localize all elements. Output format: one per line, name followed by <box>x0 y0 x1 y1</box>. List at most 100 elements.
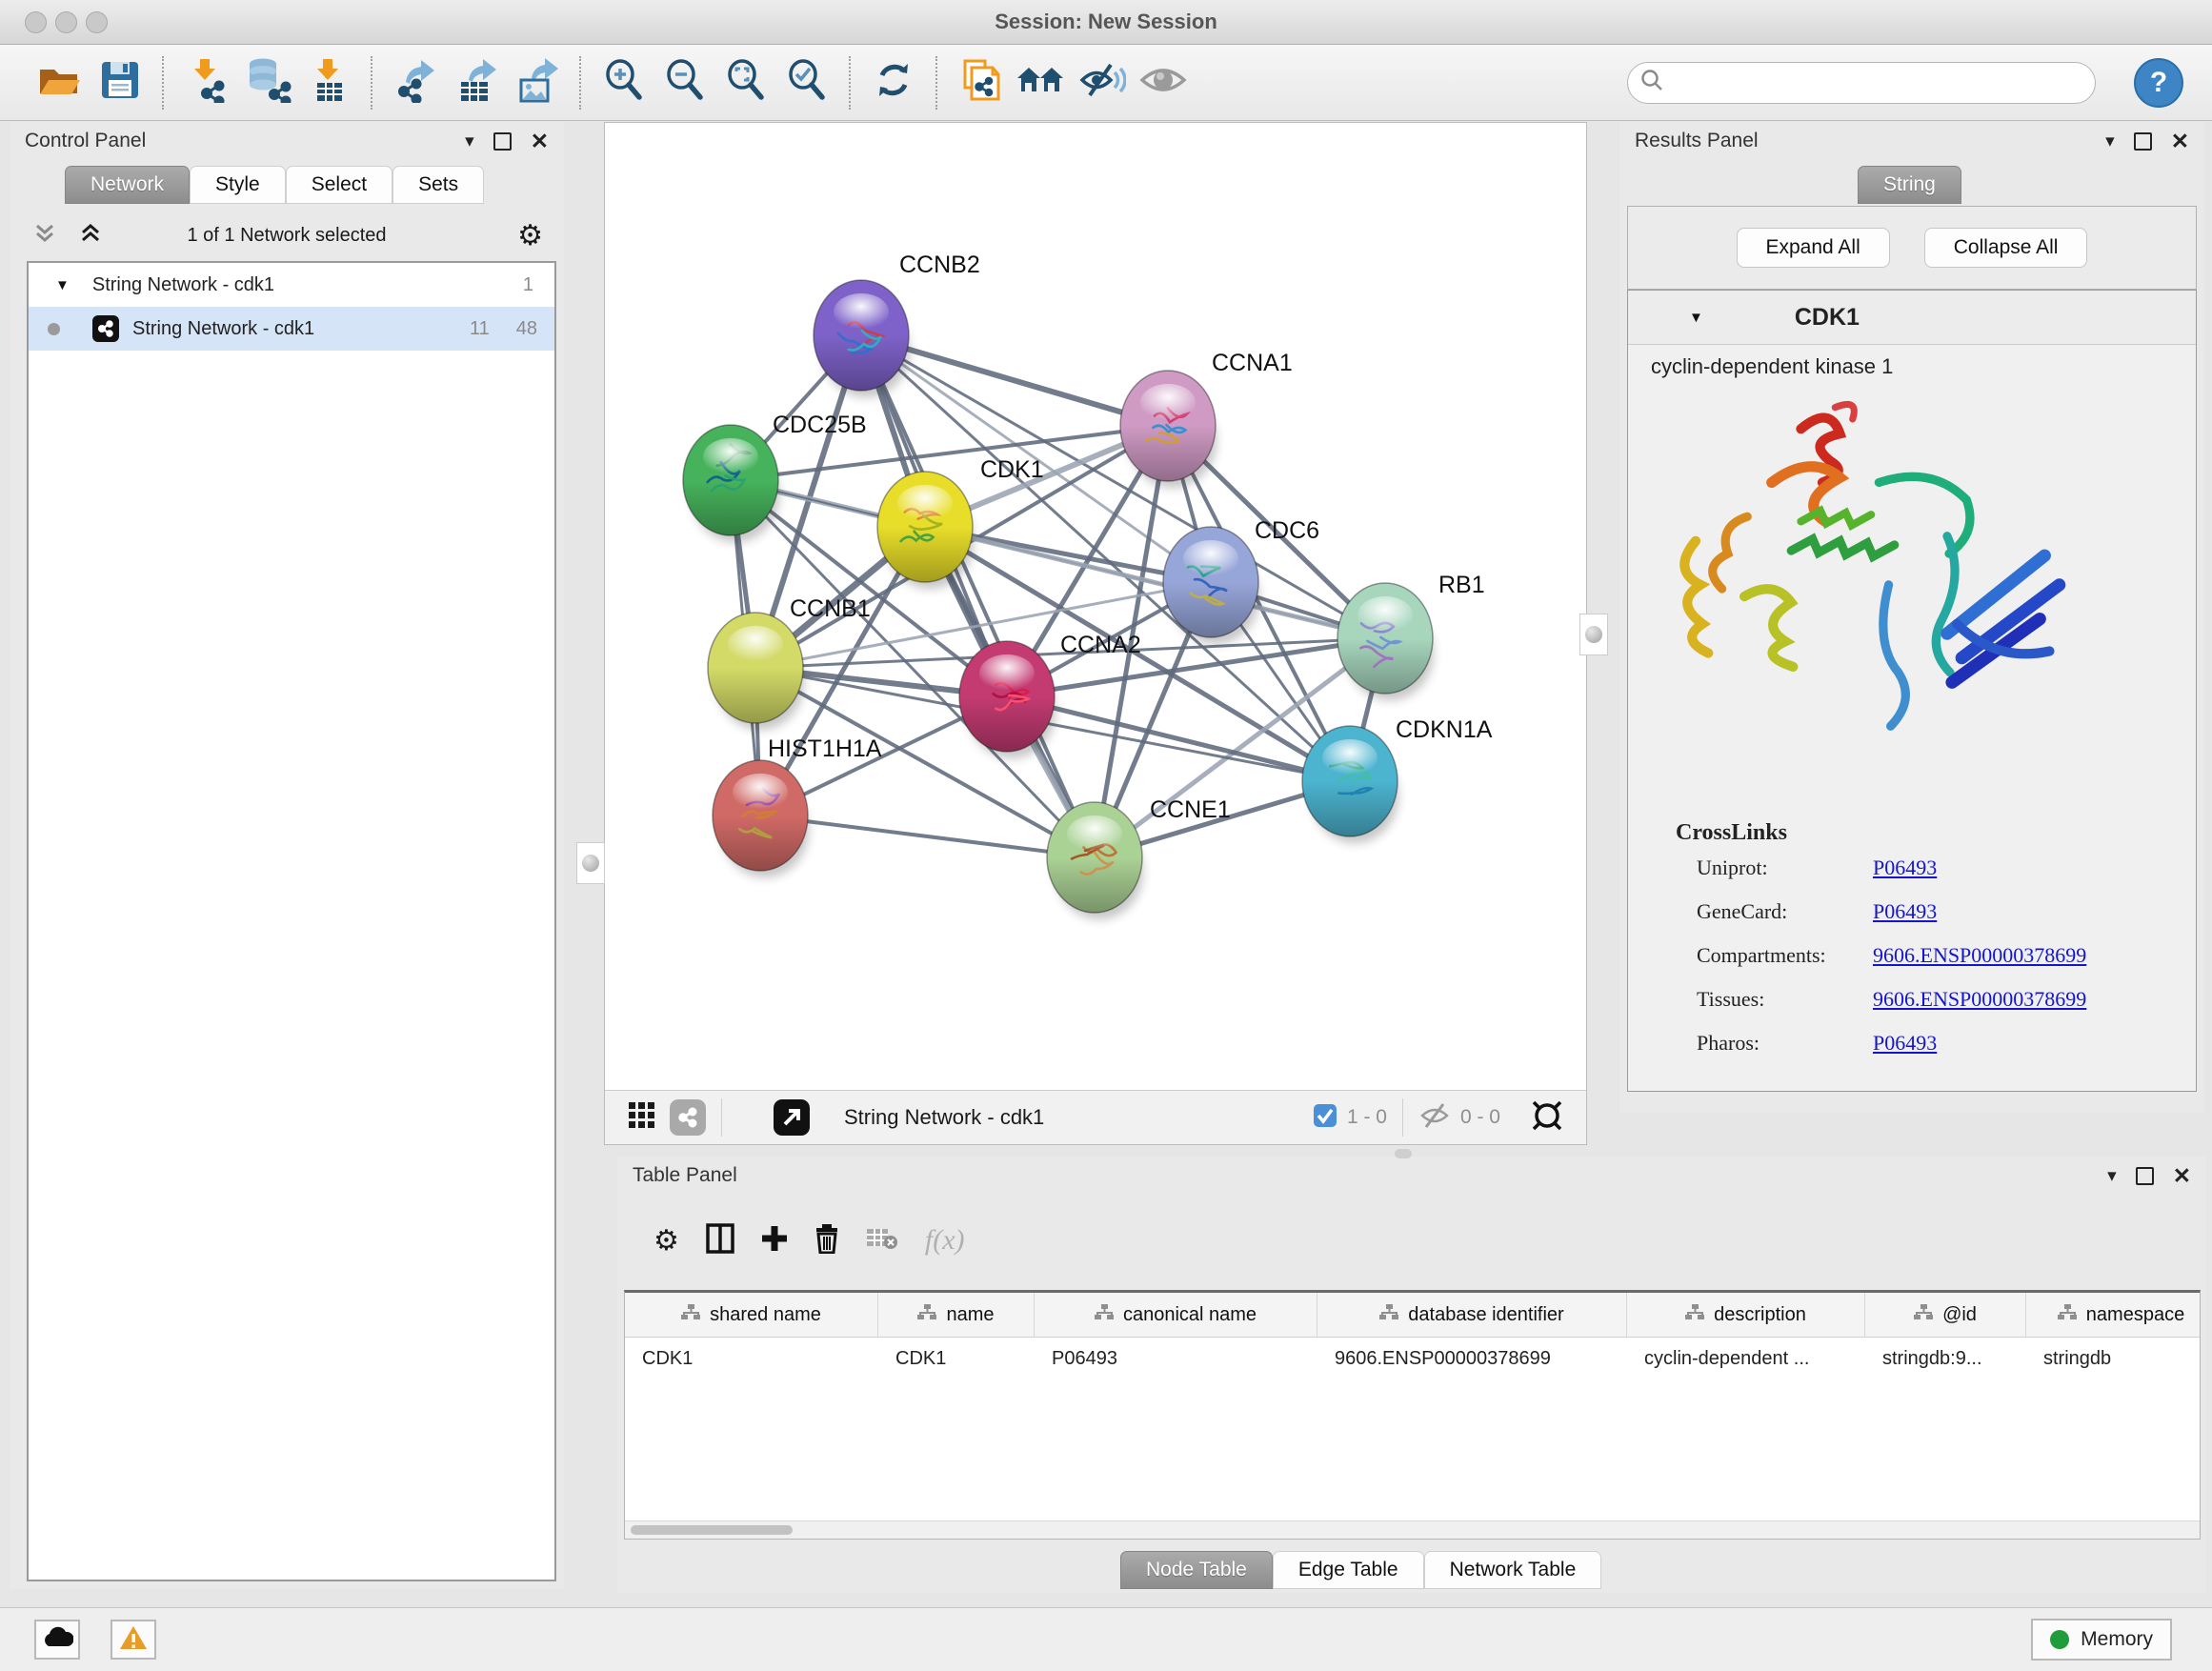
network-node-HIST1H1A[interactable]: HIST1H1A <box>713 735 882 877</box>
crosslink-link[interactable]: P06493 <box>1873 899 1937 924</box>
tab-select[interactable]: Select <box>286 166 392 204</box>
crosslink-link[interactable]: 9606.ENSP00000378699 <box>1873 987 2086 1012</box>
column-header-database-identifier[interactable]: database identifier <box>1317 1293 1627 1337</box>
show-columns-icon[interactable] <box>706 1223 734 1258</box>
show-panels-button[interactable] <box>1133 52 1194 113</box>
column-header-description[interactable]: description <box>1627 1293 1865 1337</box>
panel-close-icon[interactable]: ✕ <box>531 131 549 152</box>
grid-view-icon[interactable] <box>628 1101 656 1135</box>
network-node-RB1[interactable]: RB1 <box>1337 572 1485 700</box>
panel-close-icon[interactable]: ✕ <box>2173 1165 2191 1187</box>
selected-checkbox-icon[interactable] <box>1313 1103 1337 1133</box>
table-cell[interactable]: stringdb:9... <box>1865 1338 2026 1379</box>
panel-float-icon[interactable] <box>493 132 512 151</box>
export-network-button[interactable] <box>385 52 446 113</box>
import-network-database-button[interactable] <box>237 52 298 113</box>
network-node-CDKN1A[interactable]: CDKN1A <box>1302 716 1493 843</box>
tab-node-table[interactable]: Node Table <box>1120 1551 1273 1589</box>
crosslink-link[interactable]: P06493 <box>1873 1031 1937 1056</box>
network-tree-root-row[interactable]: ▼ String Network - cdk1 1 <box>29 263 554 307</box>
import-table-button[interactable] <box>298 52 359 113</box>
left-splitter-handle[interactable] <box>576 842 605 884</box>
search-field[interactable] <box>1627 62 2096 104</box>
bottom-splitter-handle[interactable] <box>1395 1149 1412 1158</box>
table-cell[interactable]: 9606.ENSP00000378699 <box>1317 1338 1627 1379</box>
zoom-in-button[interactable] <box>593 52 654 113</box>
column-header-shared-name[interactable]: shared name <box>625 1293 878 1337</box>
export-table-button[interactable] <box>446 52 507 113</box>
network-node-CCNB2[interactable]: CCNB2 <box>814 252 980 397</box>
birdseye-crosshair-icon[interactable] <box>1529 1097 1565 1138</box>
network-node-CCNA1[interactable]: CCNA1 <box>1120 350 1293 488</box>
tab-network[interactable]: Network <box>65 166 190 204</box>
warnings-button[interactable] <box>111 1620 156 1660</box>
detach-view-button[interactable] <box>774 1099 810 1136</box>
protein-header-row[interactable]: ▼ CDK1 <box>1628 291 2196 345</box>
panel-menu-icon[interactable]: ▾ <box>2107 1167 2117 1185</box>
collapse-triangle-icon[interactable]: ▼ <box>55 277 70 293</box>
network-tree-item-row[interactable]: String Network - cdk1 11 48 <box>29 307 554 351</box>
table-cell[interactable]: CDK1 <box>625 1338 878 1379</box>
import-network-icon <box>184 57 230 108</box>
import-string-network-button[interactable] <box>950 52 1011 113</box>
collapse-all-button[interactable]: Collapse All <box>1924 228 2088 268</box>
column-header-canonical-name[interactable]: canonical name <box>1035 1293 1317 1337</box>
home-pages-button[interactable] <box>1011 52 1072 113</box>
network-options-gear-icon[interactable]: ⚙ <box>517 219 543 252</box>
delete-column-trash-icon[interactable] <box>814 1223 839 1258</box>
search-input[interactable] <box>1664 70 2083 94</box>
panel-menu-icon[interactable]: ▾ <box>2105 132 2115 151</box>
tab-string[interactable]: String <box>1858 166 1961 204</box>
tab-network-table[interactable]: Network Table <box>1424 1551 1602 1589</box>
scrollbar-thumb[interactable] <box>631 1525 793 1535</box>
column-header-namespace[interactable]: namespace <box>2026 1293 2201 1337</box>
crosslink-link[interactable]: 9606.ENSP00000378699 <box>1873 943 2086 968</box>
panel-menu-icon[interactable]: ▾ <box>465 132 474 151</box>
network-view-title: String Network - cdk1 <box>844 1105 1044 1130</box>
zoom-selected-button[interactable] <box>776 52 837 113</box>
export-image-button[interactable] <box>507 52 568 113</box>
control-panel: Control Panel ▾ ✕ Network Style Select S… <box>10 122 564 1589</box>
table-cell[interactable]: cyclin-dependent ... <box>1627 1338 1865 1379</box>
table-cell[interactable]: stringdb <box>2026 1338 2201 1379</box>
cloud-status-button[interactable] <box>34 1620 80 1660</box>
crosslink-link[interactable]: P06493 <box>1873 856 1937 880</box>
add-column-icon[interactable] <box>761 1224 788 1258</box>
zoom-out-button[interactable] <box>654 52 715 113</box>
panel-close-icon[interactable]: ✕ <box>2171 131 2189 152</box>
column-header--id[interactable]: @id <box>1865 1293 2026 1337</box>
network-edge[interactable] <box>760 815 1095 857</box>
table-options-gear-icon[interactable]: ⚙ <box>654 1224 679 1258</box>
tab-style[interactable]: Style <box>190 166 286 204</box>
network-view[interactable]: CCNB2CCNA1CDC25BCDK1CDC6RB1CCNB1CCNA2CDK… <box>604 122 1587 1145</box>
tab-sets[interactable]: Sets <box>392 166 484 204</box>
hide-panels-button[interactable] <box>1072 52 1133 113</box>
save-session-button[interactable] <box>90 52 151 113</box>
table-row[interactable]: CDK1CDK1P064939606.ENSP00000378699cyclin… <box>625 1338 2200 1379</box>
network-node-CCNE1[interactable]: CCNE1 <box>1047 796 1231 919</box>
column-header-name[interactable]: name <box>878 1293 1035 1337</box>
panel-float-icon[interactable] <box>2136 1167 2154 1185</box>
memory-button[interactable]: Memory <box>2031 1619 2172 1661</box>
network-node-CDC25B[interactable]: CDC25B <box>683 412 867 542</box>
right-splitter-handle[interactable] <box>1579 614 1608 655</box>
network-canvas[interactable]: CCNB2CCNA1CDC25BCDK1CDC6RB1CCNB1CCNA2CDK… <box>605 123 1586 1091</box>
table-cell[interactable]: CDK1 <box>878 1338 1035 1379</box>
panel-float-icon[interactable] <box>2134 132 2152 151</box>
refresh-layout-button[interactable] <box>863 52 924 113</box>
help-button[interactable]: ? <box>2134 58 2183 108</box>
hidden-eye-icon[interactable] <box>1418 1101 1451 1135</box>
network-edge[interactable] <box>861 335 1095 857</box>
share-view-icon[interactable] <box>670 1099 706 1136</box>
zoom-fit-button[interactable] <box>715 52 776 113</box>
memory-label: Memory <box>2081 1628 2153 1651</box>
network-node-CDC6[interactable]: CDC6 <box>1163 517 1319 644</box>
collapse-triangle-icon[interactable]: ▼ <box>1689 310 1703 326</box>
import-network-button[interactable] <box>176 52 237 113</box>
horizontal-scrollbar[interactable] <box>625 1520 2200 1539</box>
tab-edge-table[interactable]: Edge Table <box>1273 1551 1424 1589</box>
table-cell[interactable]: P06493 <box>1035 1338 1317 1379</box>
expand-all-button[interactable]: Expand All <box>1737 228 1890 268</box>
open-session-button[interactable] <box>29 52 90 113</box>
network-node-CDK1[interactable]: CDK1 <box>877 456 1044 589</box>
